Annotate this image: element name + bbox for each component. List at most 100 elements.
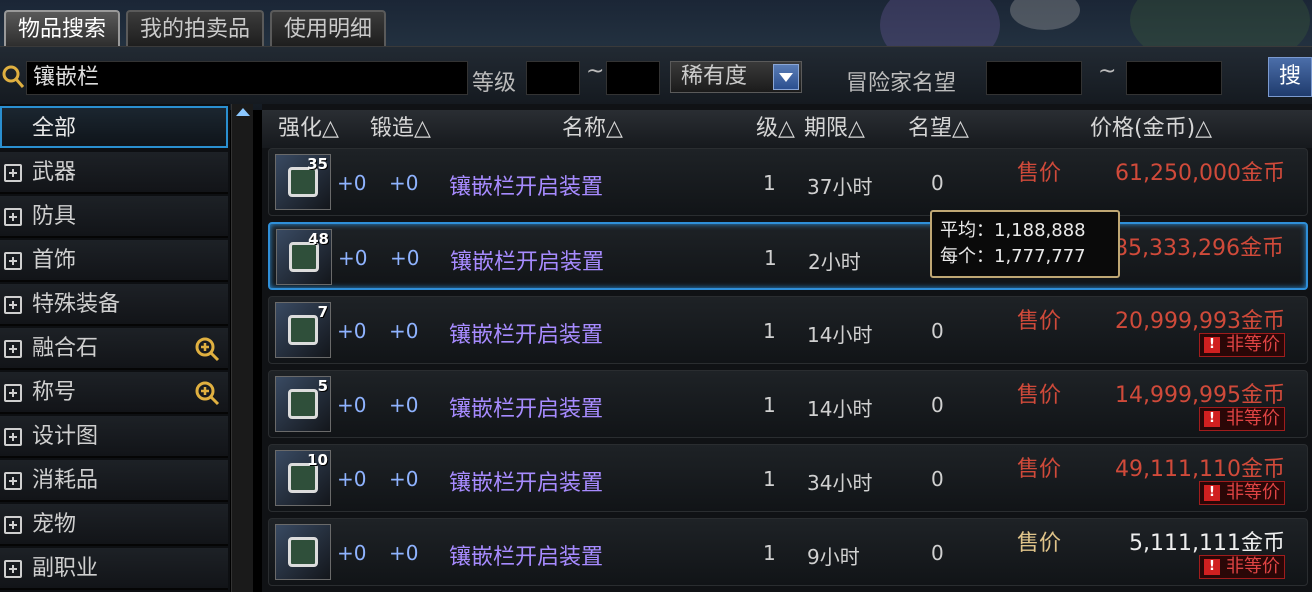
- gem-slot-device-icon: 10: [275, 450, 331, 506]
- reinforce-value: +0: [337, 393, 367, 417]
- stack-count: 35: [307, 155, 328, 173]
- sidebar-item-all[interactable]: 全部: [0, 106, 228, 148]
- scene-decoration: [1010, 0, 1080, 30]
- price-value: 14,999,995金币: [1115, 383, 1285, 408]
- category-sidebar: 全部 武器 防具 首饰 特殊装备 融合石 称号 设计图 消耗品 宠物 副职业: [0, 104, 230, 592]
- results-panel: 强化△ 锻造△ 名称△ 级△ 期限△ 名望△ 价格(金币)△ 35 +0 +0 …: [262, 104, 1312, 592]
- column-header-period[interactable]: 期限△: [804, 110, 865, 148]
- item-name: 镶嵌栏开启装置: [449, 175, 604, 200]
- column-header-fame[interactable]: 名望△: [908, 110, 969, 148]
- sidebar-item-special-equipment[interactable]: 特殊装备: [0, 284, 228, 326]
- level-value: 1: [763, 393, 776, 417]
- expand-icon[interactable]: [4, 428, 22, 446]
- fame-value: 0: [931, 171, 944, 195]
- fame-min-input[interactable]: [986, 61, 1082, 95]
- expand-icon[interactable]: [4, 384, 22, 402]
- table-row[interactable]: 48 +0 +0 镶嵌栏开启装置 1 2小时 85,333,296金币: [268, 222, 1308, 290]
- sidebar-item-blueprints[interactable]: 设计图: [0, 416, 228, 458]
- forge-value: +0: [390, 246, 420, 270]
- expand-icon[interactable]: [4, 208, 22, 226]
- forge-value: +0: [389, 467, 419, 491]
- fame-value: 0: [931, 393, 944, 417]
- tooltip-each-line: 每个：1,777,777: [940, 246, 1086, 267]
- stack-count: 48: [308, 230, 329, 248]
- sidebar-item-weapons[interactable]: 武器: [0, 152, 228, 194]
- tab-my-auctions[interactable]: 我的拍卖品: [126, 10, 265, 46]
- tooltip-average-line: 平均：1,188,888: [940, 220, 1086, 241]
- expand-icon[interactable]: [4, 560, 22, 578]
- sell-price-label: 售价: [1017, 457, 1062, 482]
- tab-item-search[interactable]: 物品搜索: [4, 10, 121, 46]
- expand-icon[interactable]: [4, 164, 22, 182]
- column-header-level[interactable]: 级△: [756, 110, 795, 148]
- price-value: 5,111,111金币: [1129, 531, 1285, 556]
- level-value: 1: [763, 319, 776, 343]
- search-input[interactable]: 镶嵌栏: [26, 61, 468, 95]
- item-name: 镶嵌栏开启装置: [449, 471, 604, 496]
- level-max-input[interactable]: [606, 61, 660, 95]
- rarity-select[interactable]: 稀有度: [670, 61, 802, 93]
- table-row[interactable]: 7 +0 +0 镶嵌栏开启装置 1 14小时 0 售价 20,999,993金币…: [268, 296, 1308, 364]
- level-label: 等级: [472, 71, 517, 96]
- sidebar-item-label: 副职业: [32, 556, 99, 581]
- sidebar-item-consumables[interactable]: 消耗品: [0, 460, 228, 502]
- period-value: 14小时: [807, 397, 873, 421]
- unfair-price-badge: ! 非等价: [1199, 333, 1285, 357]
- sidebar-item-label: 宠物: [32, 512, 77, 537]
- table-row[interactable]: 5 +0 +0 镶嵌栏开启装置 1 14小时 0 售价 14,999,995金币…: [268, 370, 1308, 438]
- expand-icon[interactable]: [4, 296, 22, 314]
- reinforce-value: +0: [337, 171, 367, 195]
- zoom-in-icon[interactable]: [194, 380, 220, 406]
- sidebar-scrollbar[interactable]: [231, 104, 253, 592]
- sidebar-item-armor[interactable]: 防具: [0, 196, 228, 238]
- forge-value: +0: [389, 393, 419, 417]
- table-row[interactable]: 10 +0 +0 镶嵌栏开启装置 1 34小时 0 售价 49,111,110金…: [268, 444, 1308, 512]
- sidebar-item-label: 称号: [32, 380, 77, 405]
- price-value: 20,999,993金币: [1115, 309, 1285, 334]
- period-value: 2小时: [808, 250, 861, 274]
- tab-usage-details[interactable]: 使用明细: [270, 10, 387, 46]
- chevron-down-icon: [773, 64, 799, 90]
- range-tilde: ~: [1098, 59, 1117, 84]
- unfair-price-badge: ! 非等价: [1199, 407, 1285, 431]
- sidebar-item-accessories[interactable]: 首饰: [0, 240, 228, 282]
- table-row[interactable]: 35 +0 +0 镶嵌栏开启装置 1 37小时 0 售价 61,250,000金…: [268, 148, 1308, 216]
- period-value: 34小时: [807, 471, 873, 495]
- column-header-price[interactable]: 价格(金币)△: [1090, 110, 1212, 148]
- warning-icon: !: [1204, 559, 1220, 575]
- column-header-name[interactable]: 名称△: [562, 110, 623, 148]
- sidebar-item-pets[interactable]: 宠物: [0, 504, 228, 546]
- stack-count: 7: [317, 303, 328, 321]
- forge-value: +0: [389, 541, 419, 565]
- column-header-reinforce[interactable]: 强化△: [278, 110, 339, 148]
- sidebar-item-fusion-stone[interactable]: 融合石: [0, 328, 228, 370]
- price-tooltip: 平均：1,188,888 每个：1,777,777: [930, 210, 1120, 278]
- level-value: 1: [763, 467, 776, 491]
- gem-slot-device-icon: 48: [276, 229, 332, 285]
- scroll-up-arrow-icon[interactable]: [236, 108, 250, 116]
- sidebar-item-sub-profession[interactable]: 副职业: [0, 548, 228, 590]
- sell-price-label: 售价: [1017, 383, 1062, 408]
- unfair-price-badge: ! 非等价: [1199, 555, 1285, 579]
- sidebar-item-label: 设计图: [32, 424, 99, 449]
- stack-count: 5: [317, 377, 328, 395]
- sidebar-item-titles[interactable]: 称号: [0, 372, 228, 414]
- table-row[interactable]: +0 +0 镶嵌栏开启装置 1 9小时 0 售价 5,111,111金币 ! 非等…: [268, 518, 1308, 586]
- fame-max-input[interactable]: [1126, 61, 1222, 95]
- zoom-in-icon[interactable]: [194, 336, 220, 362]
- unfair-price-text: 非等价: [1226, 408, 1280, 429]
- level-min-input[interactable]: [526, 61, 580, 95]
- expand-icon[interactable]: [4, 252, 22, 270]
- column-header-forge[interactable]: 锻造△: [370, 110, 431, 148]
- gem-slot-device-icon: [275, 524, 331, 580]
- table-header: 强化△ 锻造△ 名称△ 级△ 期限△ 名望△ 价格(金币)△: [262, 110, 1312, 148]
- gem-slot-device-icon: 7: [275, 302, 331, 358]
- stack-count: 10: [307, 451, 328, 469]
- expand-icon[interactable]: [4, 472, 22, 490]
- search-button[interactable]: 搜: [1268, 57, 1312, 97]
- expand-icon[interactable]: [4, 516, 22, 534]
- sidebar-item-label: 武器: [32, 160, 77, 185]
- rarity-select-label: 稀有度: [681, 64, 748, 89]
- forge-value: +0: [389, 319, 419, 343]
- expand-icon[interactable]: [4, 340, 22, 358]
